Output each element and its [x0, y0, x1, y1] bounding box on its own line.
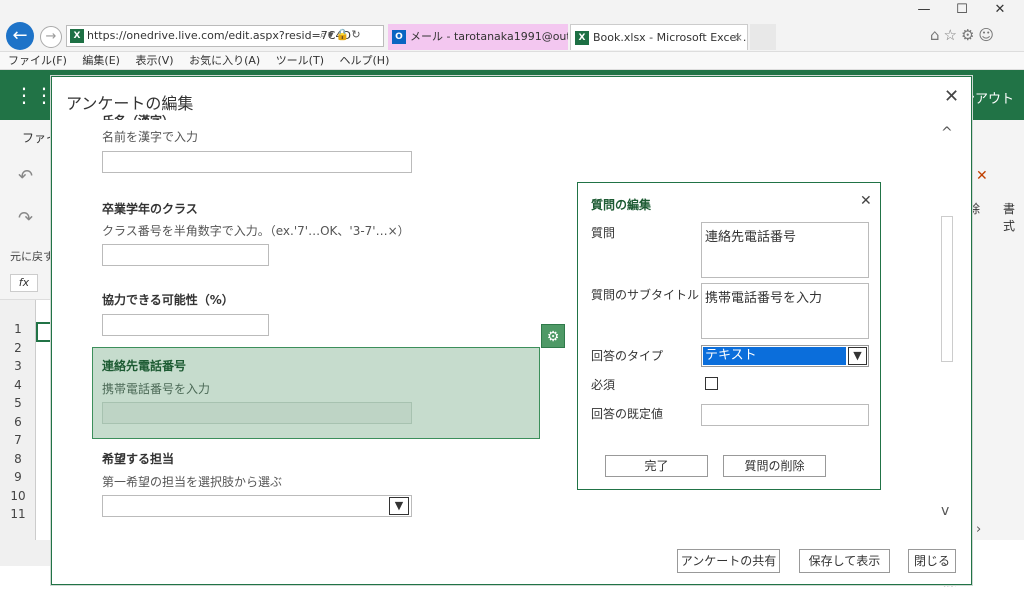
save-and-view-button[interactable]: 保存して表示	[799, 549, 890, 573]
browser-tools[interactable]: ⌂☆⚙☺	[930, 26, 998, 44]
done-button[interactable]: 完了	[605, 455, 708, 477]
format-label[interactable]: 書式	[1003, 200, 1024, 234]
subtitle-label: 質問のサブタイトル	[591, 288, 700, 302]
menu-tools[interactable]: ツール(T)	[276, 54, 324, 67]
row-number[interactable]: 7	[0, 433, 36, 447]
row-number[interactable]: 2	[0, 341, 36, 355]
question-title: 連絡先電話番号	[102, 359, 187, 373]
tab-mail-label: メール - tarotanaka1991@outloo...	[410, 30, 568, 43]
address-url: https://onedrive.live.com/edit.aspx?resi…	[87, 29, 351, 42]
question-select[interactable]	[102, 495, 412, 517]
editor-title: 質問の編集	[591, 198, 652, 212]
delete-icon[interactable]: ✕	[976, 168, 988, 184]
menu-bar: ファイル(F) 編集(E) 表示(V) お気に入り(A) ツール(T) ヘルプ(…	[0, 52, 1024, 70]
tab-close-icon[interactable]: ×	[734, 25, 743, 50]
forward-button[interactable]: →	[40, 26, 62, 48]
back-button[interactable]: ←	[6, 22, 34, 50]
row-number[interactable]: 1	[0, 322, 36, 336]
question-subtitle: クラス番号を半角数字で入力。（ex.'7'…OK、'3-7'…×）	[102, 224, 410, 238]
default-value-input[interactable]	[701, 404, 869, 426]
minimize-icon[interactable]: —	[905, 2, 943, 17]
new-tab-button[interactable]	[750, 24, 776, 50]
editor-close-icon[interactable]: ✕	[860, 193, 872, 209]
undo-icon[interactable]: ↶	[18, 166, 33, 187]
row-number[interactable]: 8	[0, 452, 36, 466]
dialog-title: アンケートの編集	[66, 94, 194, 113]
chevron-down-icon[interactable]: ▼	[389, 497, 409, 515]
delete-question-button[interactable]: 質問の削除	[723, 455, 826, 477]
type-label: 回答のタイプ	[591, 349, 664, 363]
menu-favorites[interactable]: お気に入り(A)	[189, 54, 260, 67]
default-label: 回答の既定値	[591, 407, 664, 421]
close-button[interactable]: 閉じる	[908, 549, 956, 573]
row-number[interactable]: 11	[0, 507, 36, 521]
row-number[interactable]: 3	[0, 359, 36, 373]
gear-icon[interactable]: ⚙	[541, 324, 565, 348]
question-label: 質問	[591, 226, 616, 240]
redo-icon[interactable]: ↷	[18, 208, 33, 229]
row-number[interactable]: 5	[0, 396, 36, 410]
subtitle-textarea[interactable]: 携帯電話番号を入力	[701, 283, 869, 339]
app-launcher-icon[interactable]: ⋮⋮	[14, 84, 54, 106]
required-label: 必須	[591, 378, 616, 392]
tab-excel-label: Book.xlsx - Microsoft Excel ...	[593, 31, 748, 44]
window-controls: — ☐ ✕	[905, 2, 1024, 22]
row-number[interactable]: 6	[0, 415, 36, 429]
undo-label: 元に戻す	[10, 250, 54, 263]
chevron-down-icon[interactable]: ▼	[848, 347, 867, 365]
question-input[interactable]	[102, 244, 269, 266]
sheet-nav	[0, 540, 52, 566]
tab-excel[interactable]: X Book.xlsx - Microsoft Excel ... ×	[570, 24, 748, 50]
question-title: 協力できる可能性（%）	[102, 293, 234, 307]
close-window-icon[interactable]: ✕	[981, 2, 1019, 17]
question-subtitle: 携帯電話番号を入力	[102, 382, 211, 396]
scroll-down-icon[interactable]: v	[941, 503, 949, 519]
required-checkbox[interactable]	[705, 377, 718, 390]
answer-type-value: テキスト	[703, 347, 846, 365]
question-subtitle: 名前を漢字で入力	[102, 130, 199, 144]
menu-help[interactable]: ヘルプ(H)	[340, 54, 390, 67]
menu-edit[interactable]: 編集(E)	[82, 54, 120, 67]
question-title: 卒業学年のクラス	[102, 202, 198, 216]
question-input[interactable]	[102, 314, 269, 336]
question-title: 希望する担当	[102, 452, 175, 466]
share-survey-button[interactable]: アンケートの共有	[677, 549, 780, 573]
question-subtitle: 第一希望の担当を選択肢から選ぶ	[102, 475, 283, 489]
question-textarea[interactable]: 連絡先電話番号	[701, 222, 869, 278]
tab-mail[interactable]: O メール - tarotanaka1991@outloo...	[388, 24, 568, 50]
scroll-up-icon[interactable]: ^	[941, 125, 953, 141]
address-bar-tools[interactable]: ⌕▾🔒↻	[320, 28, 363, 42]
row-headers: 1 2 3 4 5 6 7 8 9 10 11	[0, 300, 36, 540]
scroll-right-icon[interactable]: ›	[976, 522, 981, 537]
scroll-thumb[interactable]	[941, 216, 953, 362]
fx-button[interactable]: fx	[10, 274, 38, 292]
menu-view[interactable]: 表示(V)	[135, 54, 173, 67]
row-number[interactable]: 9	[0, 470, 36, 484]
menu-file[interactable]: ファイル(F)	[8, 54, 67, 67]
question-title: 氏名（漢字）	[102, 112, 174, 120]
excel-icon: X	[575, 31, 589, 45]
maximize-icon[interactable]: ☐	[943, 2, 981, 17]
question-input[interactable]	[102, 402, 412, 424]
excel-favicon-icon: X	[70, 29, 84, 43]
outlook-icon: O	[392, 30, 406, 44]
row-number[interactable]: 10	[0, 489, 36, 503]
question-input[interactable]	[102, 151, 412, 173]
row-number[interactable]: 4	[0, 378, 36, 392]
dialog-close-icon[interactable]: ✕	[944, 86, 959, 107]
